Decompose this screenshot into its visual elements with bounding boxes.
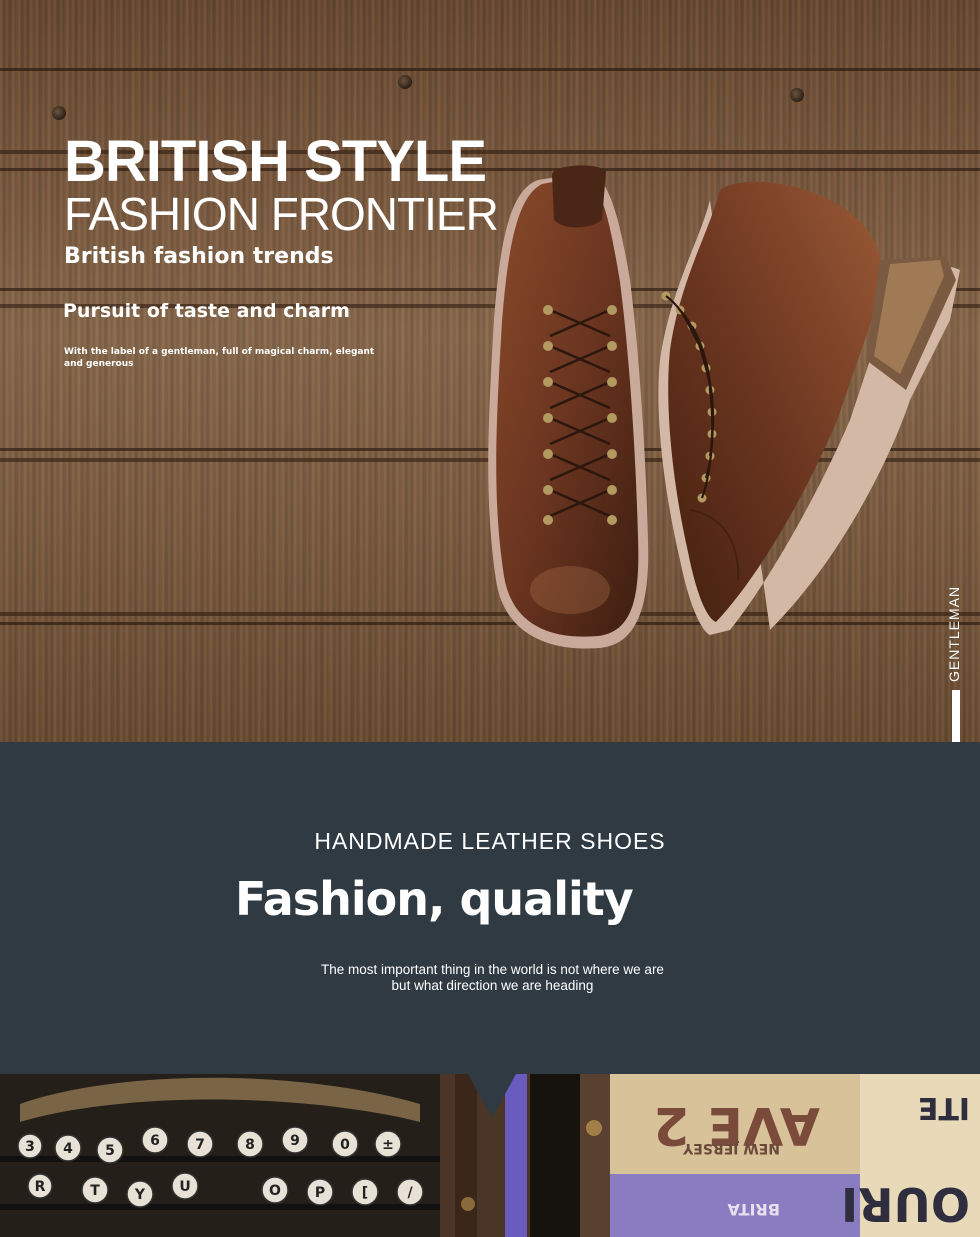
key-label: 8 [245,1137,255,1153]
leather-boots-image [488,165,960,649]
key-label: 4 [63,1141,73,1157]
band-quote-line-2: but what direction we are heading [391,978,594,993]
hero-subtitle: FASHION FRONTIER [64,188,499,240]
hero-small-text: With the label of a gentleman, full of m… [64,347,375,369]
wood-plank-seam [0,68,980,71]
key-label: Y [134,1187,146,1203]
key-label: 5 [105,1143,115,1159]
vertical-label-text: GENTLEMAN [946,585,962,682]
sign-text: OURI [841,1177,970,1231]
key-label: T [90,1183,100,1199]
key-label: 6 [150,1133,160,1149]
key-label: R [35,1179,46,1195]
left-boot [488,165,649,649]
key-label: 9 [290,1133,300,1149]
key-label: 0 [340,1137,350,1153]
key-label: O [269,1183,281,1199]
sign-text: ITE [918,1090,970,1125]
nail-head [790,88,804,102]
key-label: U [179,1179,190,1195]
vertical-accent-bar [952,690,960,742]
band-quote-line-1: The most important thing in the world is… [321,962,664,977]
key-label: P [315,1185,325,1201]
key-label: / [407,1185,413,1201]
section-pointer-notch [468,1074,516,1118]
hero-title: BRITISH STYLE [64,129,487,194]
vertical-label: GENTLEMAN [938,580,968,690]
key-label: ± [382,1137,394,1153]
hero-tagline-2: Pursuit of taste and charm [63,300,350,322]
nail-head [52,106,66,120]
sign-text: NEW JERSEY [682,1140,780,1156]
key-label: [ [362,1185,368,1201]
sign-text: BRITA [727,1200,780,1219]
key-label: 3 [25,1139,35,1155]
band-kicker: HANDMADE LEATHER SHOES [314,828,666,854]
right-boot [658,181,960,635]
band-quote: The most important thing in the world is… [0,962,980,994]
hero-tagline-1: British fashion trends [64,244,334,269]
nail-head [398,75,412,89]
hero-banner: BRITISH STYLE FASHION FRONTIER British f… [0,0,980,742]
band-title: Fashion, quality [235,872,634,926]
key-label: 7 [195,1137,205,1153]
